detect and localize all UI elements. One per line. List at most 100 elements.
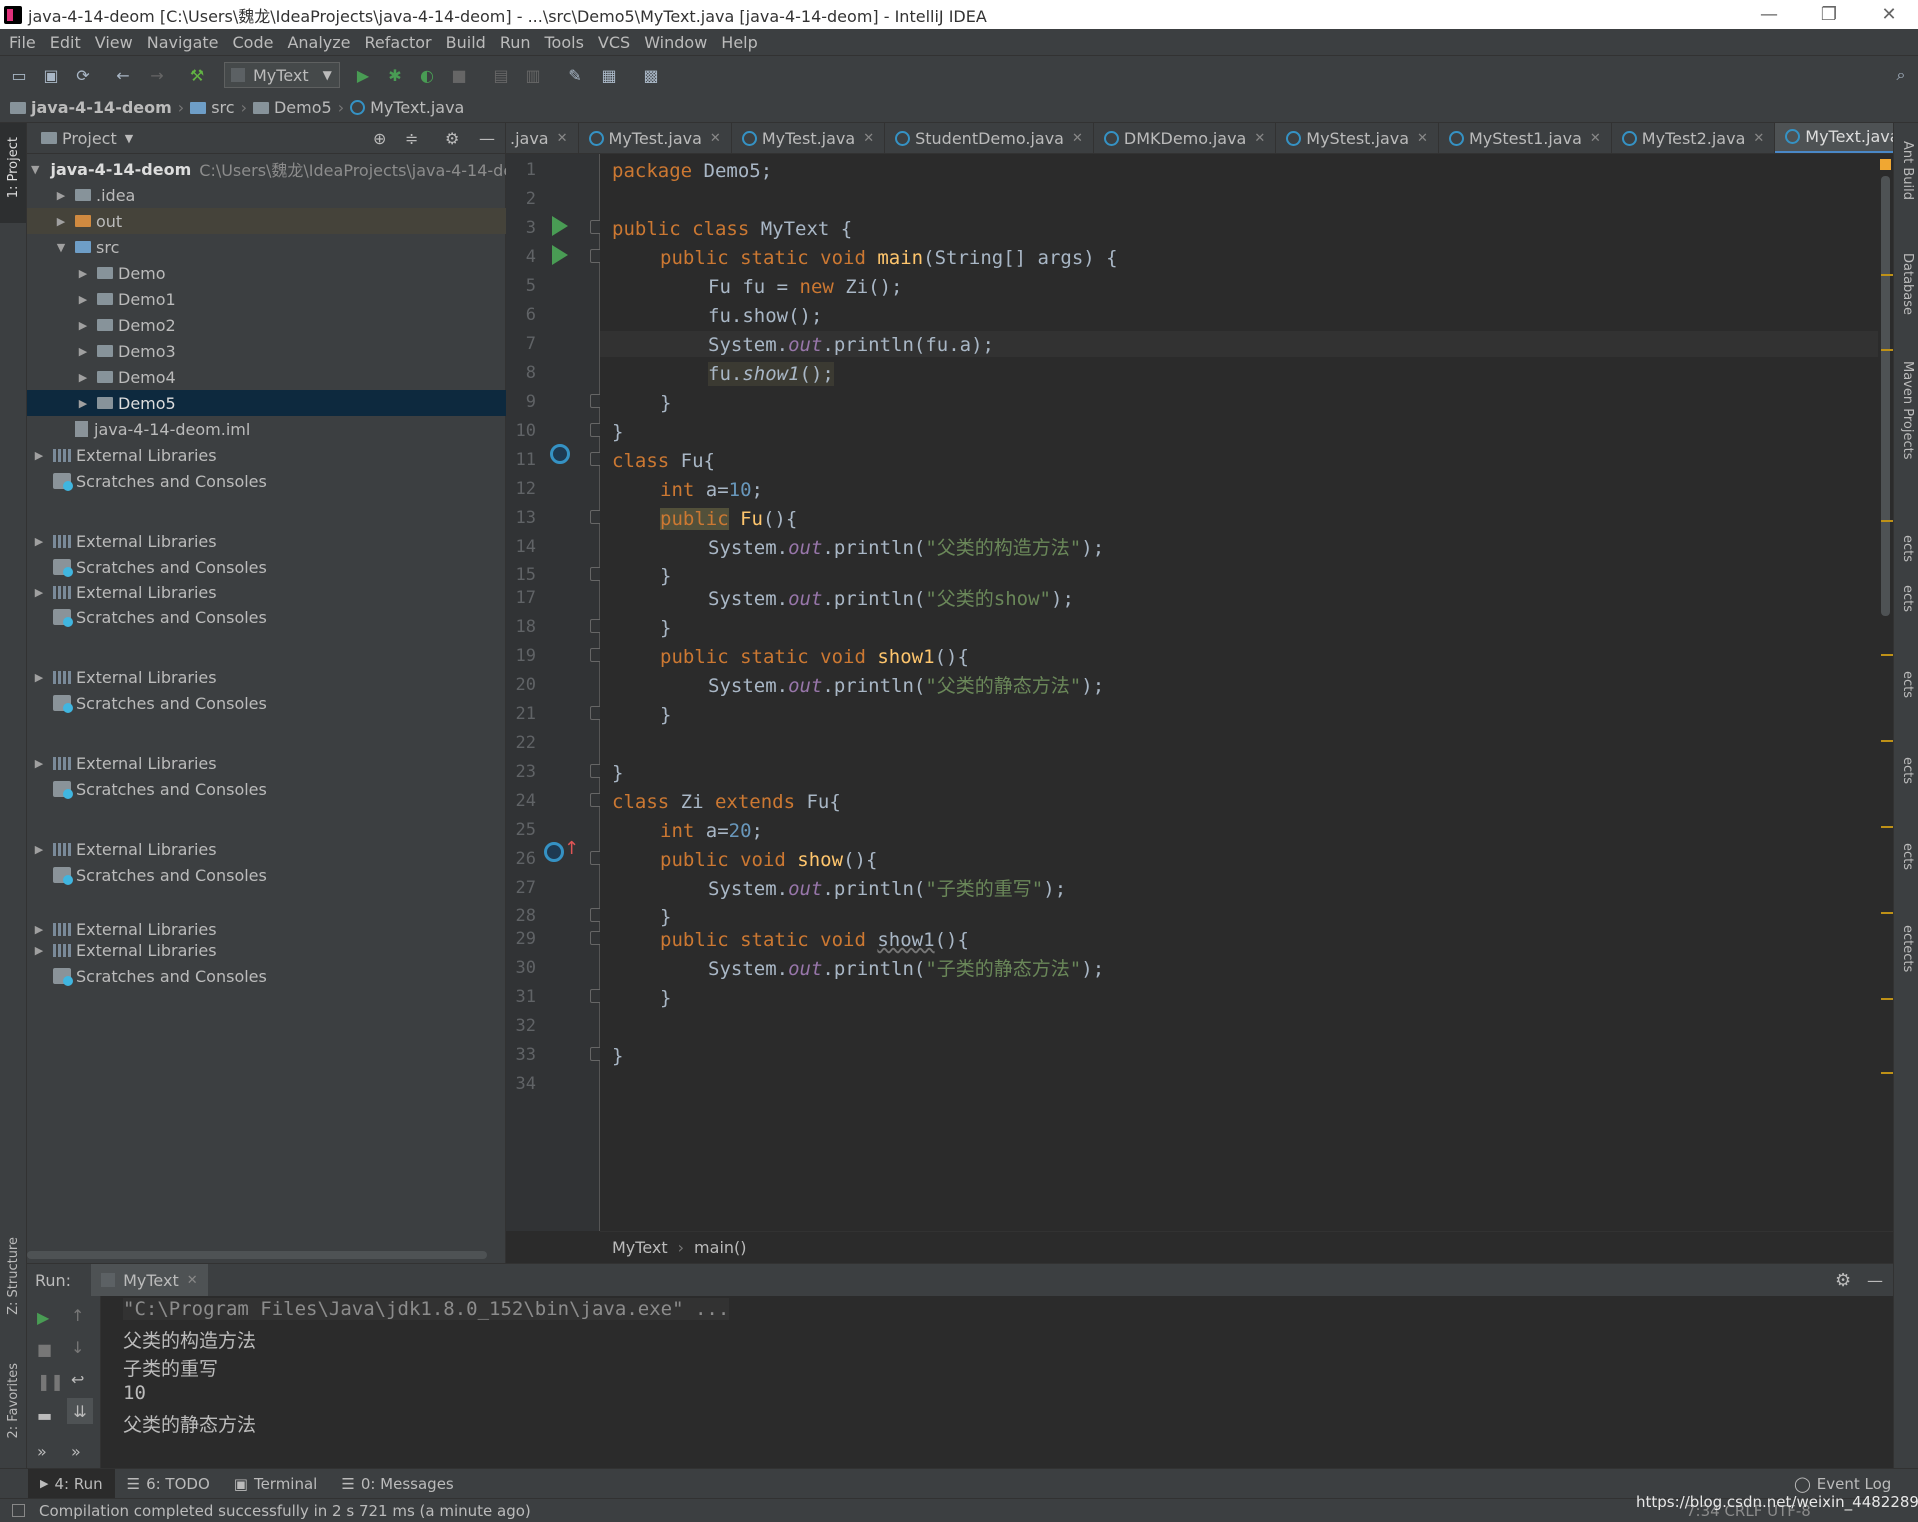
tab-todo[interactable]: ☰ 6: TODO — [115, 1469, 222, 1499]
tab-terminal[interactable]: ▣ Terminal — [222, 1469, 330, 1499]
scroll-to-end-icon[interactable]: ⇊ — [67, 1398, 93, 1424]
favorites-tool-button[interactable]: 2: Favorites — [6, 1363, 21, 1439]
menu-refactor[interactable]: Refactor — [358, 33, 439, 52]
tab-mytest-2[interactable]: MyTest.java ✕ — [732, 123, 886, 153]
menu-view[interactable]: View — [88, 33, 140, 52]
overriding-method-icon[interactable] — [544, 842, 564, 862]
project-tool-button[interactable]: 1: Project — [6, 137, 21, 198]
warning-marker[interactable] — [1881, 520, 1893, 522]
warning-marker[interactable] — [1881, 912, 1893, 914]
tool-button-fragment[interactable]: ects — [1900, 843, 1915, 870]
ant-build-tool-button[interactable]: Ant Build — [1900, 141, 1915, 200]
tree-item-package[interactable]: ▶ Demo1 — [27, 286, 506, 312]
close-icon[interactable]: ✕ — [557, 131, 568, 146]
more-icon[interactable]: » — [37, 1442, 47, 1461]
close-icon[interactable]: ✕ — [187, 1273, 198, 1288]
expand-arrow-icon[interactable]: ▶ — [31, 671, 47, 684]
back-icon[interactable]: ← — [112, 64, 134, 86]
expand-arrow-icon[interactable]: ▶ — [31, 843, 47, 856]
database-tool-button[interactable]: Database — [1900, 253, 1915, 315]
soft-wrap-icon[interactable]: ↩ — [71, 1370, 84, 1389]
warning-marker[interactable] — [1881, 826, 1893, 828]
crumb-file[interactable]: MyText.java — [350, 98, 464, 117]
horizontal-scrollbar[interactable] — [27, 1251, 487, 1259]
tab-mystest1[interactable]: MyStest1.java ✕ — [1439, 123, 1612, 153]
tree-item-external-libraries[interactable]: ▶ External Libraries — [27, 528, 506, 554]
project-view-select[interactable]: Project — [62, 129, 117, 148]
tree-item-package[interactable]: ▶ Demo2 — [27, 312, 506, 338]
menu-code[interactable]: Code — [226, 33, 281, 52]
menu-file[interactable]: File — [2, 33, 43, 52]
expand-arrow-icon[interactable]: ▶ — [31, 944, 47, 957]
crumb-class[interactable]: MyText — [612, 1238, 668, 1257]
close-icon[interactable]: ✕ — [1590, 131, 1601, 146]
stop-icon[interactable]: ■ — [448, 64, 470, 86]
layout-icon[interactable]: ▬ — [37, 1406, 52, 1425]
sdk-icon[interactable]: ▩ — [640, 64, 662, 86]
expand-arrow-icon[interactable]: ▶ — [75, 345, 91, 358]
minimize-icon[interactable]: — — [1746, 0, 1792, 29]
stop-icon[interactable]: ■ — [37, 1340, 52, 1359]
code-editor[interactable]: package Demo5; public class MyText { pub… — [600, 154, 1878, 1231]
warning-marker[interactable] — [1881, 654, 1893, 656]
vertical-scrollbar[interactable] — [1881, 176, 1890, 616]
tab-run[interactable]: ▶ 4: Run — [28, 1468, 115, 1499]
close-icon[interactable]: ✕ — [1417, 131, 1428, 146]
tree-item-package-selected[interactable]: ▶ Demo5 — [27, 390, 506, 416]
expand-arrow-icon[interactable]: ▶ — [75, 293, 91, 306]
build-hammer-icon[interactable]: ⚒ — [186, 64, 208, 86]
warning-marker[interactable] — [1881, 1072, 1893, 1074]
project-structure-icon[interactable]: ▦ — [598, 64, 620, 86]
vcs-commit-icon[interactable]: ▥ — [522, 64, 544, 86]
tree-item-scratches[interactable]: Scratches and Consoles — [27, 862, 506, 888]
more-icon[interactable]: » — [71, 1442, 81, 1461]
tree-root[interactable]: ▼ java-4-14-deom C:\Users\魏龙\IdeaProject… — [27, 156, 523, 182]
menu-build[interactable]: Build — [439, 33, 493, 52]
tree-item-scratches[interactable]: Scratches and Consoles — [27, 963, 506, 989]
forward-icon[interactable]: → — [146, 64, 168, 86]
tree-item-external-libraries[interactable]: ▶ External Libraries — [27, 442, 506, 468]
expand-arrow-icon[interactable]: ▶ — [53, 215, 69, 228]
gear-icon[interactable]: ⚙ — [1835, 1270, 1851, 1291]
inspection-status-icon[interactable] — [1880, 159, 1891, 170]
run-icon[interactable]: ▶ — [352, 64, 374, 86]
coverage-icon[interactable]: ◐ — [416, 64, 438, 86]
tree-item-scratches[interactable]: Scratches and Consoles — [27, 776, 506, 802]
tree-item-external-libraries[interactable]: ▶ External Libraries — [27, 750, 506, 776]
tree-item-idea[interactable]: ▶ .idea — [27, 182, 506, 208]
close-icon[interactable]: ✕ — [710, 131, 721, 146]
warning-marker[interactable] — [1881, 349, 1893, 351]
tree-item-external-libraries[interactable]: ▶ External Libraries — [27, 664, 506, 690]
crumb-package[interactable]: Demo5 — [252, 98, 332, 117]
locate-icon[interactable]: ⊕ — [373, 129, 386, 148]
menu-edit[interactable]: Edit — [43, 33, 88, 52]
expand-arrow-icon[interactable]: ▶ — [31, 449, 47, 462]
tree-item-package[interactable]: ▶ Demo4 — [27, 364, 506, 390]
save-all-icon[interactable]: ▣ — [40, 64, 62, 86]
close-icon[interactable]: ✕ — [863, 131, 874, 146]
expand-arrow-icon[interactable]: ▶ — [75, 397, 91, 410]
structure-tool-button[interactable]: Z: Structure — [6, 1237, 21, 1315]
tree-item-scratches[interactable]: Scratches and Consoles — [27, 468, 506, 494]
arrow-up-icon[interactable]: ↑ — [71, 1306, 84, 1325]
arrow-down-icon[interactable]: ↓ — [71, 1338, 84, 1357]
tree-item-iml[interactable]: java-4-14-deom.iml — [27, 416, 506, 442]
sync-icon[interactable]: ⟳ — [72, 64, 94, 86]
tool-button-fragment[interactable]: ects — [1900, 671, 1915, 698]
crumb-src[interactable]: src — [190, 98, 235, 117]
run-config-select[interactable]: MyText ▼ — [224, 62, 340, 88]
expand-arrow-icon[interactable]: ▶ — [53, 189, 69, 202]
close-icon[interactable]: ✕ — [1866, 0, 1912, 29]
warning-marker[interactable] — [1881, 740, 1893, 742]
menu-help[interactable]: Help — [714, 33, 764, 52]
tree-item-scratches[interactable]: Scratches and Consoles — [27, 554, 506, 580]
toggle-tool-windows-icon[interactable] — [12, 1504, 25, 1517]
tree-item-external-libraries[interactable]: ▶ External Libraries — [27, 937, 506, 963]
tab-mytext-active[interactable]: MyText.java✕ — [1775, 123, 1893, 153]
menu-analyze[interactable]: Analyze — [280, 33, 357, 52]
expand-arrow-icon[interactable]: ▶ — [31, 535, 47, 548]
expand-arrow-icon[interactable]: ▶ — [31, 757, 47, 770]
error-stripe[interactable] — [1878, 154, 1893, 1231]
menu-navigate[interactable]: Navigate — [140, 33, 226, 52]
run-tab-mytext[interactable]: MyText ✕ — [91, 1263, 208, 1297]
